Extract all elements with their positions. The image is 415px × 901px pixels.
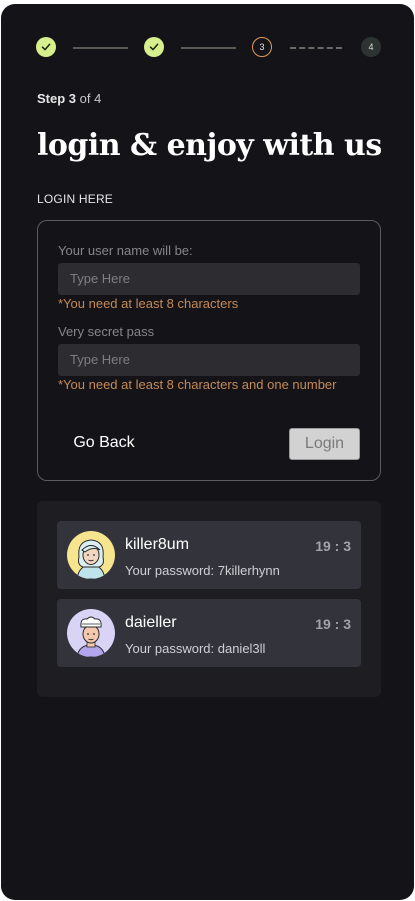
- go-back-button[interactable]: Go Back: [58, 425, 150, 461]
- username-label: Your user name will be:: [58, 243, 193, 258]
- progress-stepper: 3 4: [36, 37, 381, 59]
- step-2-complete: [144, 37, 164, 57]
- step-current-number: 3: [68, 91, 77, 106]
- step-4-pending: 4: [361, 37, 381, 57]
- username-error: *You need at least 8 characters: [58, 296, 239, 311]
- account-password: Your password: daniel3ll: [125, 641, 266, 656]
- account-time: 19 : 3: [315, 616, 351, 632]
- app-frame: 3 4 Step 3 of 4 login & enjoy with us LO…: [1, 4, 414, 900]
- saved-accounts-panel: killer8um 19 : 3 Your password: 7killerh…: [37, 501, 381, 697]
- login-form: Your user name will be: Type Here *You n…: [37, 220, 381, 481]
- step-3-current: 3: [252, 37, 272, 57]
- step-connector-pending: [290, 47, 342, 49]
- check-icon: [41, 43, 51, 51]
- account-password: Your password: 7killerhynn: [125, 563, 280, 578]
- account-time: 19 : 3: [315, 538, 351, 554]
- check-icon: [149, 43, 159, 51]
- step-indicator: Step 3 of 4: [37, 91, 101, 106]
- page-title: login & enjoy with us: [37, 128, 382, 163]
- password-input[interactable]: Type Here: [58, 344, 360, 376]
- account-card[interactable]: daieller 19 : 3 Your password: daniel3ll: [57, 599, 361, 667]
- section-label: LOGIN HERE: [37, 192, 114, 206]
- login-button[interactable]: Login: [289, 428, 360, 460]
- man-chef-avatar: [67, 609, 115, 657]
- step-suffix: of 4: [79, 91, 102, 106]
- step-1-complete: [36, 37, 56, 57]
- account-username: killer8um: [125, 536, 190, 553]
- step-connector: [181, 47, 236, 49]
- account-card[interactable]: killer8um 19 : 3 Your password: 7killerh…: [57, 521, 361, 589]
- password-error: *You need at least 8 characters and one …: [58, 377, 337, 392]
- account-username: daieller: [125, 614, 177, 631]
- woman-avatar: [67, 531, 115, 579]
- step-connector: [73, 47, 128, 49]
- password-label: Very secret pass: [58, 324, 155, 339]
- step-prefix: Step: [37, 91, 66, 106]
- username-input[interactable]: Type Here: [58, 263, 360, 295]
